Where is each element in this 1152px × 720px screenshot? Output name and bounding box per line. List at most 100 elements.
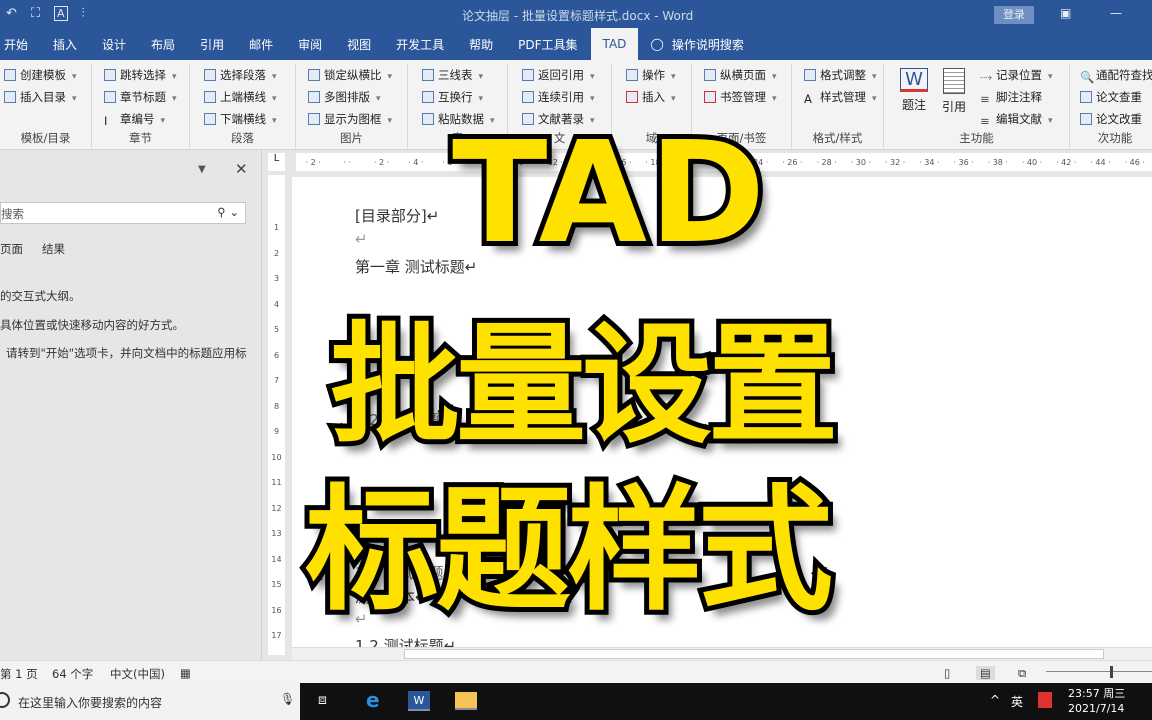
select-paragraph-button[interactable]: 选择段落 ▾ — [204, 67, 277, 83]
tab-review[interactable]: 审阅 — [286, 36, 335, 53]
doc-line: ↵ — [355, 230, 368, 248]
top-line-button[interactable]: 上端横线 ▾ — [204, 89, 277, 105]
chapter-number-button[interactable]: I 章编号 ▾ — [104, 111, 165, 128]
tab-tad[interactable]: TAD — [590, 28, 639, 60]
language[interactable]: 中文(中国) — [110, 666, 165, 682]
tab-pages[interactable]: 页面 — [0, 241, 23, 257]
edge-icon[interactable]: e — [366, 688, 380, 712]
zoom-slider-thumb[interactable] — [1110, 666, 1113, 678]
create-template-button[interactable]: 创建模板 ▾ — [4, 67, 77, 83]
ruler-tick-label: · 44 · — [1090, 157, 1111, 167]
ruler-tick-label: · 14 · — [576, 157, 598, 167]
show-frame-button[interactable]: 显示为图框 ▾ — [308, 111, 392, 127]
plagiarism-check-button[interactable]: 论文查重 — [1080, 89, 1142, 105]
tab-mailings[interactable]: 邮件 — [237, 36, 286, 53]
microphone-icon[interactable]: 🎙 — [280, 692, 295, 706]
tell-me-search[interactable]: ◯ 操作说明搜索 — [650, 36, 743, 53]
text-icon[interactable]: A — [54, 6, 68, 21]
macro-icon[interactable]: ▦ — [180, 666, 191, 680]
ruler-tick-label: · 6 · — [442, 157, 458, 167]
ruler-tick-label: · 30 · — [850, 157, 872, 167]
tab-layout[interactable]: 布局 — [139, 36, 188, 53]
login-button[interactable]: 登录 — [994, 6, 1034, 24]
ruler-tick-label: · 2 · — [373, 157, 390, 167]
horizontal-scrollbar[interactable] — [292, 647, 1152, 660]
web-layout-icon[interactable]: ⧉ — [1018, 666, 1026, 681]
style-manager-button[interactable]: A 样式管理 ▾ — [804, 89, 877, 106]
jump-select-button[interactable]: 跳转选择 ▾ — [104, 67, 177, 83]
close-icon[interactable]: ✕ — [235, 160, 248, 178]
return-reference-button[interactable]: 返回引用 ▾ — [522, 67, 595, 83]
ruler-tick-label: · · — [343, 157, 352, 167]
landscape-page-button[interactable]: 纵横页面 ▾ — [704, 67, 777, 83]
print-layout-icon[interactable]: ▤ — [976, 666, 995, 680]
search-input[interactable]: 搜索 ⚲ ⌄ — [0, 202, 246, 224]
ime-indicator[interactable]: 英 — [1011, 693, 1023, 710]
reference-button[interactable]: 引用 — [942, 68, 966, 115]
taskbar-search[interactable]: 在这里输入你要搜索的内容 🎙 — [0, 683, 300, 720]
word-taskbar-icon[interactable]: W — [408, 691, 430, 711]
paper-rewrite-button[interactable]: 论文改重 — [1080, 111, 1142, 127]
group-page-bookmark: 纵横页面 ▾ 书签管理 ▾ 页面/书签 — [692, 64, 792, 148]
caption-button[interactable]: W 题注 — [900, 68, 928, 113]
vertical-ruler[interactable]: 1 2 3 4 5 6 7 8 9 10 11 12 13 14 15 16 17 — [268, 175, 285, 655]
task-view-icon[interactable]: ⧈ — [318, 692, 327, 708]
horizontal-ruler[interactable]: · 2 · · · · 2 · · 4 · · 6 · · 8 · · 10 · · 12 ·… — [296, 153, 1152, 171]
chevron-up-icon[interactable]: ^ — [990, 693, 1000, 707]
edit-bibliography-button[interactable]: ≡ 编辑文献 ▾ — [980, 111, 1053, 128]
customize-icon[interactable]: ⫶ — [82, 6, 85, 21]
sogou-icon[interactable] — [1038, 692, 1052, 708]
ruler-tick-label: 8 — [273, 401, 280, 411]
tab-selector[interactable]: L — [268, 153, 285, 171]
tab-pdf-tools[interactable]: PDF工具集 — [506, 36, 590, 53]
insert-toc-button[interactable]: 插入目录 ▾ — [4, 89, 77, 105]
ruler-tick-label: 5 — [273, 325, 280, 334]
document-page[interactable]: [目录部分]↵ ↵ 第一章 测试标题↵ 1.2 测试标题↵ 1.1 测试标题↵ … — [292, 177, 1152, 655]
tab-insert[interactable]: 插入 — [41, 36, 90, 53]
swap-rows-button[interactable]: 互换行 ▾ — [422, 89, 483, 105]
read-mode-icon[interactable]: ▯ — [944, 666, 950, 680]
quick-access-toolbar: ↶ ⛶ A ⫶ — [6, 6, 85, 21]
minimize-button[interactable]: — — [1110, 6, 1122, 20]
word-count[interactable]: 64 个字 — [52, 666, 93, 682]
cortana-icon — [0, 692, 10, 708]
undo-icon[interactable]: ↶ — [6, 6, 17, 21]
tab-design[interactable]: 设计 — [90, 36, 139, 53]
group-label: 表 — [451, 131, 464, 145]
tab-developer[interactable]: 开发工具 — [384, 36, 457, 53]
paste-data-button[interactable]: 粘贴数据 ▾ — [422, 111, 495, 127]
bottom-line-button[interactable]: 下端横线 ▾ — [204, 111, 277, 127]
page-count[interactable]: 第 1 页 — [0, 666, 38, 682]
group-citation: 返回引用 ▾ 连续引用 ▾ 文献著录 ▾ 文 — [508, 64, 612, 148]
search-icon[interactable]: ⚲ ⌄ — [217, 205, 239, 219]
chapter-title-button[interactable]: 章节标题 ▾ — [104, 89, 177, 105]
insert-field-button[interactable]: 插入 ▾ — [626, 89, 676, 105]
footnote-button[interactable]: ≡ 脚注注释 — [980, 89, 1042, 106]
ruler-tick-label: 12 — [271, 503, 282, 513]
file-explorer-icon[interactable] — [455, 692, 477, 710]
clock-date[interactable]: 2021/7/14 — [1068, 702, 1124, 715]
ruler-tick-label: · 46 · — [1124, 157, 1145, 167]
pane-options-icon[interactable]: ▼ — [198, 164, 206, 175]
lock-aspect-button[interactable]: 锁定纵横比 ▾ — [308, 67, 392, 83]
format-icon[interactable]: ⛶ — [31, 6, 40, 21]
tab-references[interactable]: 引用 — [188, 36, 237, 53]
bookmark-manager-button[interactable]: 书签管理 ▾ — [704, 89, 777, 105]
tab-help[interactable]: 帮助 — [457, 36, 506, 53]
continuous-reference-button[interactable]: 连续引用 ▾ — [522, 89, 595, 105]
scrollbar-thumb[interactable] — [404, 649, 1104, 659]
bibliography-button[interactable]: 文献著录 ▾ — [522, 111, 595, 127]
tab-home[interactable]: 开始 — [4, 36, 41, 53]
tab-results[interactable]: 结果 — [42, 241, 65, 257]
tab-view[interactable]: 视图 — [335, 36, 384, 53]
clock-time[interactable]: 23:57 周三 — [1068, 685, 1125, 701]
record-position-button[interactable]: ⤏ 记录位置 ▾ — [980, 67, 1053, 84]
ribbon-display-icon[interactable]: ▣ — [1060, 6, 1071, 20]
three-line-table-button[interactable]: 三线表 ▾ — [422, 67, 483, 83]
wildcard-find-button[interactable]: 🔍 通配符查找 — [1080, 67, 1152, 84]
operation-button[interactable]: 操作 ▾ — [626, 67, 676, 83]
help-text: 请转到"开始"选项卡，并向文档中的标题应用标 — [6, 346, 247, 360]
multi-image-button[interactable]: 多图排版 ▾ — [308, 89, 381, 105]
format-adjust-button[interactable]: 格式调整 ▾ — [804, 67, 877, 83]
zoom-slider[interactable] — [1046, 671, 1152, 672]
